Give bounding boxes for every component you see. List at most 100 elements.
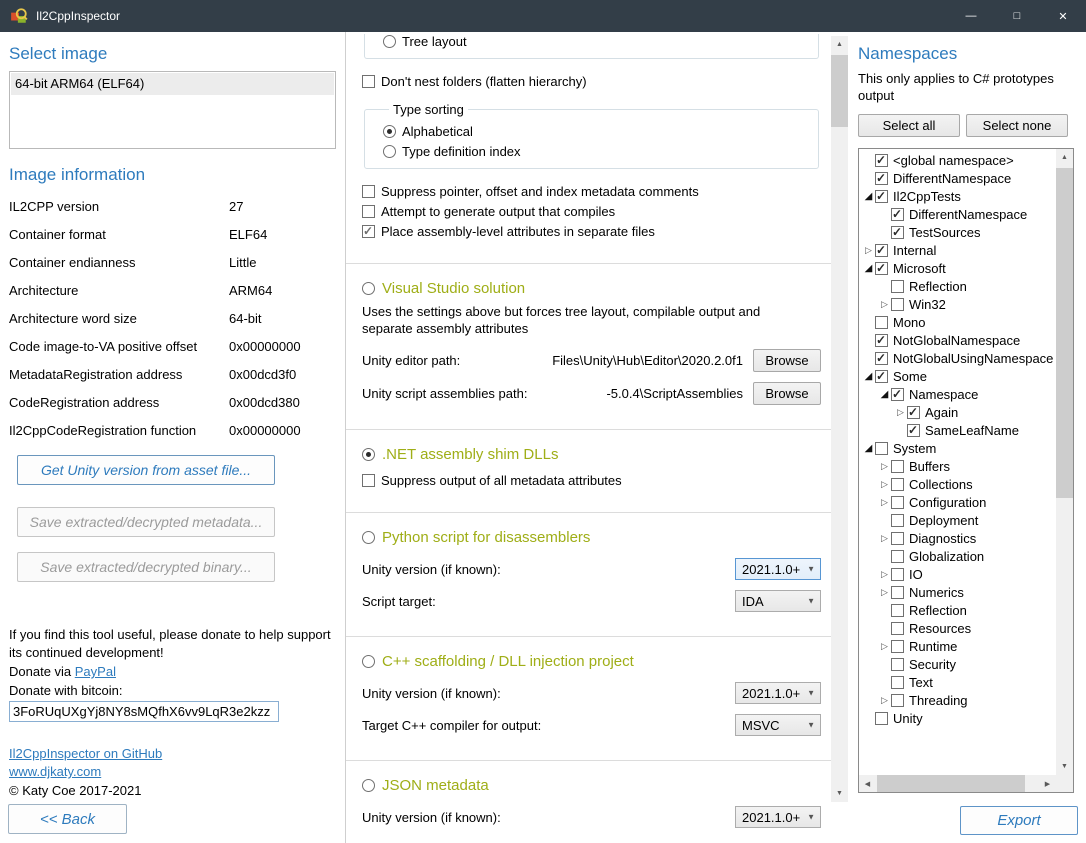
expander-icon[interactable]: ▷ [862,244,875,257]
expander-icon[interactable]: ◢ [862,442,875,455]
namespace-tree-node[interactable]: Deployment [862,511,1055,529]
unity-editor-path-browse-button[interactable]: Browse [753,349,821,372]
namespace-checkbox[interactable] [891,478,904,491]
expander-icon[interactable]: ◢ [862,190,875,203]
expander-icon[interactable]: ◢ [862,370,875,383]
tree-vertical-scrollbar[interactable]: ▲ ▼ [1056,149,1073,775]
python-script-target-combobox[interactable]: IDA ▼ [735,590,821,612]
namespace-checkbox[interactable] [891,604,904,617]
scroll-right-arrow-icon[interactable]: ▶ [1039,775,1056,792]
maximize-button[interactable]: □ [994,0,1040,32]
website-link[interactable]: www.djkaty.com [9,764,101,779]
namespace-tree-node[interactable]: TestSources [862,223,1055,241]
namespace-checkbox[interactable] [891,388,904,401]
github-link[interactable]: Il2CppInspector on GitHub [9,746,162,761]
expander-icon[interactable]: ▷ [878,532,891,545]
back-button[interactable]: << Back [8,804,127,834]
paypal-link[interactable]: PayPal [75,664,116,679]
tree-layout-radio[interactable]: Tree layout [383,34,467,49]
middle-scrollbar[interactable]: ▲ ▼ [831,36,848,802]
namespace-tree-node[interactable]: Security [862,655,1055,673]
namespace-tree-node[interactable]: ◢ System [862,439,1055,457]
namespace-checkbox[interactable] [875,352,888,365]
namespace-checkbox[interactable] [875,334,888,347]
expander-icon[interactable]: ▷ [878,694,891,707]
namespace-checkbox[interactable] [891,568,904,581]
namespace-tree-node[interactable]: ▷ Win32 [862,295,1055,313]
flatten-hierarchy-checkbox[interactable]: Don't nest folders (flatten hierarchy) [362,74,821,89]
namespace-checkbox[interactable] [875,244,888,257]
json-unity-version-combobox[interactable]: 2021.1.0+ ▼ [735,806,821,828]
expander-icon[interactable]: ▷ [878,478,891,491]
namespace-tree-node[interactable]: Text [862,673,1055,691]
scroll-left-arrow-icon[interactable]: ◀ [859,775,876,792]
namespace-tree-node[interactable]: ▷ Threading [862,691,1055,709]
namespace-tree-node[interactable]: Mono [862,313,1055,331]
namespace-tree-node[interactable]: ▷ Again [862,403,1055,421]
tree-horizontal-scrollbar[interactable]: ◀ ▶ [859,775,1056,792]
namespace-checkbox[interactable] [891,622,904,635]
type-definition-index-radio[interactable]: Type definition index [383,144,818,159]
namespace-checkbox[interactable] [875,154,888,167]
namespace-checkbox[interactable] [891,496,904,509]
export-button[interactable]: Export [960,806,1078,835]
namespace-tree-node[interactable]: NotGlobalNamespace [862,331,1055,349]
suppress-comments-checkbox[interactable]: Suppress pointer, offset and index metad… [362,184,821,199]
namespace-tree-node[interactable]: ▷ Internal [862,241,1055,259]
alphabetical-radio[interactable]: Alphabetical [383,124,818,139]
expander-icon[interactable]: ◢ [878,388,891,401]
minimize-button[interactable]: — [948,0,994,32]
expander-icon[interactable]: ▷ [894,406,907,419]
namespace-checkbox[interactable] [891,532,904,545]
image-list-item[interactable]: 64-bit ARM64 (ELF64) [11,73,334,95]
python-script-radio[interactable]: Python script for disassemblers [362,529,821,546]
namespace-tree-node[interactable]: DifferentNamespace [862,205,1055,223]
namespace-checkbox[interactable] [891,208,904,221]
namespace-tree-node[interactable]: DifferentNamespace [862,169,1055,187]
namespace-tree-node[interactable]: ▷ Runtime [862,637,1055,655]
scroll-up-arrow-icon[interactable]: ▲ [831,36,848,53]
get-unity-version-button[interactable]: Get Unity version from asset file... [17,455,275,485]
cpp-compiler-combobox[interactable]: MSVC ▼ [735,714,821,736]
namespace-tree-node[interactable]: SameLeafName [862,421,1055,439]
scroll-down-arrow-icon[interactable]: ▼ [1056,758,1073,775]
namespace-tree-node[interactable]: NotGlobalUsingNamespace [862,349,1055,367]
namespace-tree-node[interactable]: Reflection [862,277,1055,295]
namespace-tree-node[interactable]: ▷ Configuration [862,493,1055,511]
namespace-checkbox[interactable] [875,172,888,185]
suppress-attributes-checkbox[interactable]: Suppress output of all metadata attribut… [362,473,821,488]
namespace-tree-node[interactable]: ▷ Buffers [862,457,1055,475]
namespace-tree-node[interactable]: ◢ Namespace [862,385,1055,403]
expander-icon[interactable]: ▷ [878,496,891,509]
namespace-tree-node[interactable]: Resources [862,619,1055,637]
namespace-checkbox[interactable] [891,298,904,311]
namespace-checkbox[interactable] [875,442,888,455]
expander-icon[interactable]: ◢ [862,262,875,275]
namespace-tree-node[interactable]: Unity [862,709,1055,727]
unity-assemblies-path-browse-button[interactable]: Browse [753,382,821,405]
scrollbar-thumb[interactable] [831,55,848,127]
cpp-project-radio[interactable]: C++ scaffolding / DLL injection project [362,653,821,670]
namespace-tree-node[interactable]: ▷ Numerics [862,583,1055,601]
close-button[interactable]: ✕ [1040,0,1086,32]
expander-icon[interactable]: ▷ [878,460,891,473]
namespace-checkbox[interactable] [875,190,888,203]
python-unity-version-combobox[interactable]: 2021.1.0+ ▼ [735,558,821,580]
select-all-button[interactable]: Select all [858,114,960,137]
namespace-checkbox[interactable] [875,370,888,383]
namespace-tree-node[interactable]: <global namespace> [862,151,1055,169]
shim-dlls-radio[interactable]: .NET assembly shim DLLs [362,446,821,463]
namespace-tree-node[interactable]: ▷ IO [862,565,1055,583]
namespace-checkbox[interactable] [875,262,888,275]
namespace-checkbox[interactable] [875,712,888,725]
namespace-checkbox[interactable] [907,424,920,437]
namespace-tree-node[interactable]: ▷ Collections [862,475,1055,493]
cpp-unity-version-combobox[interactable]: 2021.1.0+ ▼ [735,682,821,704]
expander-icon[interactable]: ▷ [878,298,891,311]
scroll-down-arrow-icon[interactable]: ▼ [831,785,848,802]
compilable-output-checkbox[interactable]: Attempt to generate output that compiles [362,204,821,219]
namespace-tree-node[interactable]: ▷ Diagnostics [862,529,1055,547]
namespace-tree-node[interactable]: ◢ Microsoft [862,259,1055,277]
namespace-checkbox[interactable] [875,316,888,329]
namespace-checkbox[interactable] [891,226,904,239]
